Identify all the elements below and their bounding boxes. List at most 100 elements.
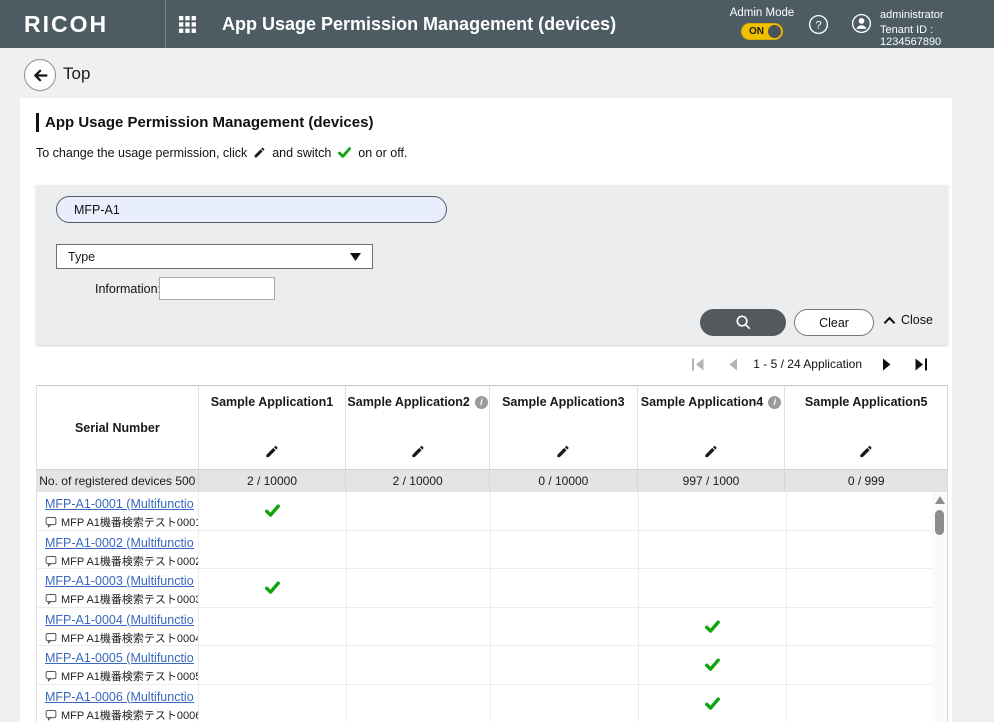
title-accent-bar (36, 113, 39, 132)
permission-cell[interactable] (347, 608, 491, 646)
permission-cell[interactable] (199, 608, 347, 646)
information-label: Information: (95, 282, 161, 296)
serial-cell: MFP-A1-0001 (Multifunctio... MFP A1機番検索テス… (37, 492, 199, 530)
scroll-up-arrow-icon[interactable] (935, 496, 945, 504)
comment-icon (45, 593, 57, 605)
permission-cell[interactable] (787, 685, 933, 722)
serial-cell: MFP-A1-0002 (Multifunctio... MFP A1機番検索テス… (37, 531, 199, 569)
chevron-up-icon (883, 316, 896, 325)
permission-cell[interactable] (347, 685, 491, 722)
device-link[interactable]: MFP-A1-0001 (Multifunctio... (45, 497, 194, 511)
info-icon[interactable]: i (475, 396, 488, 409)
vertical-scrollbar[interactable] (932, 492, 947, 722)
table-header-row: Serial Number Sample Application1Sample … (37, 386, 947, 469)
info-icon[interactable]: i (768, 396, 781, 409)
permission-cell[interactable] (491, 646, 639, 684)
close-label: Close (901, 313, 933, 327)
permission-cell[interactable] (639, 531, 787, 569)
device-link[interactable]: MFP-A1-0006 (Multifunctio... (45, 690, 194, 704)
app-name: Sample Application5 (805, 395, 927, 409)
permission-cell[interactable] (199, 685, 347, 722)
permission-cell[interactable] (639, 492, 787, 530)
instruction-mid: and switch (272, 146, 331, 160)
device-link[interactable]: MFP-A1-0004 (Multifunctio... (45, 613, 194, 627)
usage-count: 0 / 999 (785, 470, 947, 492)
permission-cell[interactable] (787, 569, 933, 607)
pagination: 1 - 5 / 24 Application (687, 345, 932, 383)
permission-cell[interactable] (347, 646, 491, 684)
pagination-label: 1 - 5 / 24 Application (753, 357, 862, 371)
back-label[interactable]: Top (63, 64, 90, 84)
app-name: Sample Application1 (211, 395, 333, 409)
information-input[interactable] (159, 277, 275, 300)
permission-cell[interactable] (199, 531, 347, 569)
permission-cell[interactable] (491, 492, 639, 530)
type-select[interactable]: Type (56, 244, 373, 269)
device-note: MFP A1機番検索テスト0006 (45, 707, 194, 722)
app-name: Sample Application3 (502, 395, 624, 409)
permission-cell[interactable] (639, 685, 787, 722)
permission-cell[interactable] (639, 646, 787, 684)
usage-count: 2 / 10000 (346, 470, 490, 492)
user-avatar-icon[interactable] (851, 13, 872, 39)
permission-cell[interactable] (199, 492, 347, 530)
back-button[interactable] (24, 59, 56, 91)
device-note: MFP A1機番検索テスト0002 (45, 553, 194, 569)
page-title: App Usage Permission Management (devices… (45, 114, 373, 131)
first-page-icon[interactable] (687, 353, 709, 375)
admin-mode-toggle[interactable]: ON (741, 23, 783, 40)
device-note-text: MFP A1機番検索テスト0004 (61, 630, 199, 646)
permission-cell[interactable] (491, 569, 639, 607)
edit-pencil-icon[interactable] (859, 444, 874, 459)
next-page-icon[interactable] (876, 353, 898, 375)
permission-check-icon (264, 502, 281, 519)
comment-icon (45, 632, 57, 644)
permission-table: Serial Number Sample Application1Sample … (36, 385, 948, 722)
permission-cell[interactable] (639, 608, 787, 646)
app-grid-icon[interactable] (179, 16, 196, 33)
help-icon[interactable]: ? (808, 14, 829, 40)
device-link[interactable]: MFP-A1-0005 (Multifunctio... (45, 651, 194, 665)
toggle-state-label: ON (749, 26, 764, 37)
device-note: MFP A1機番検索テスト0005 (45, 668, 194, 684)
permission-check-icon (704, 618, 721, 635)
search-button[interactable] (700, 309, 786, 336)
magnifier-icon (735, 314, 752, 331)
device-note-text: MFP A1機番検索テスト0002 (61, 553, 199, 569)
tenant-id: Tenant ID : 1234567890 (880, 24, 994, 48)
permission-cell[interactable] (491, 531, 639, 569)
permission-cell[interactable] (787, 531, 933, 569)
permission-cell[interactable] (639, 569, 787, 607)
clear-button[interactable]: Clear (794, 309, 874, 336)
permission-cell[interactable] (347, 569, 491, 607)
device-note: MFP A1機番検索テスト0001 (45, 514, 194, 530)
edit-pencil-icon[interactable] (556, 444, 571, 459)
permission-cell[interactable] (199, 569, 347, 607)
edit-pencil-icon[interactable] (704, 444, 719, 459)
device-link[interactable]: MFP-A1-0003 (Multifunctio... (45, 574, 194, 588)
device-note: MFP A1機番検索テスト0003 (45, 591, 194, 607)
permission-cell[interactable] (347, 492, 491, 530)
last-page-icon[interactable] (910, 353, 932, 375)
close-panel-control[interactable]: Close (883, 313, 933, 327)
app-column-header: Sample Application2i (346, 386, 490, 469)
permission-cell[interactable] (491, 685, 639, 722)
table-row: MFP-A1-0003 (Multifunctio... MFP A1機番検索テス… (37, 569, 933, 608)
permission-cell[interactable] (491, 608, 639, 646)
device-note-text: MFP A1機番検索テスト0006 (61, 707, 199, 722)
scrollbar-thumb[interactable] (935, 510, 944, 535)
permission-cell[interactable] (787, 492, 933, 530)
keyword-input[interactable] (56, 196, 447, 223)
permission-cell[interactable] (787, 608, 933, 646)
edit-pencil-icon[interactable] (410, 444, 425, 459)
svg-text:?: ? (815, 20, 821, 32)
table-row: MFP-A1-0005 (Multifunctio... MFP A1機番検索テス… (37, 646, 933, 685)
permission-cell[interactable] (199, 646, 347, 684)
edit-pencil-icon[interactable] (264, 444, 279, 459)
permission-cell[interactable] (787, 646, 933, 684)
permission-cell[interactable] (347, 531, 491, 569)
device-note: MFP A1機番検索テスト0004 (45, 630, 194, 646)
device-link[interactable]: MFP-A1-0002 (Multifunctio... (45, 536, 194, 550)
app-column-header: Sample Application5 (785, 386, 947, 469)
previous-page-icon[interactable] (721, 353, 743, 375)
